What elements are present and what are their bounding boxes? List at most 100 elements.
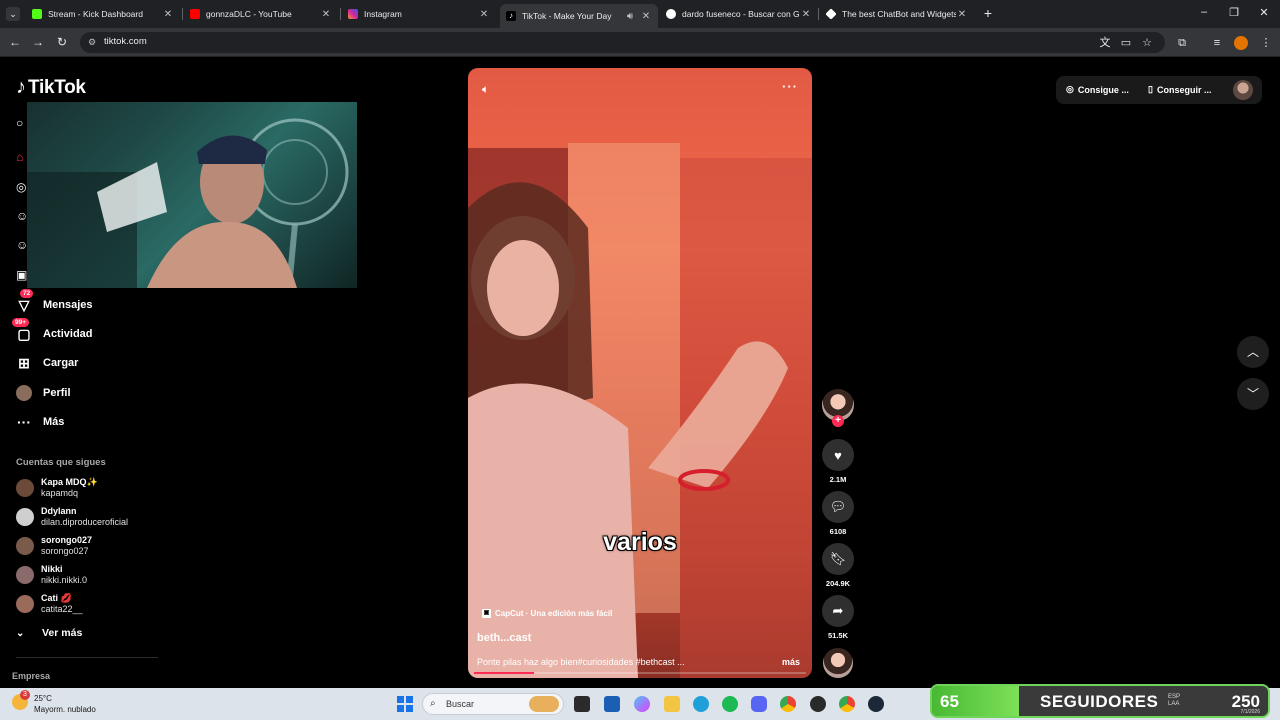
bookmark-star-icon[interactable]: ☆ (1140, 36, 1154, 50)
close-tab-icon[interactable]: ✕ (478, 9, 490, 20)
company-link[interactable]: Empresa (12, 671, 50, 681)
video-progress-bar[interactable] (474, 672, 806, 674)
obs-icon[interactable] (810, 696, 826, 712)
site-info-icon[interactable]: ⚙ (88, 37, 98, 47)
bookmark-icon: 🔖︎ (822, 543, 854, 575)
tab-title: gonnzaDLC - YouTube (206, 9, 292, 19)
media-control-icon[interactable]: ≡ (1210, 36, 1224, 50)
previous-video-button[interactable]: ︿ (1237, 336, 1269, 368)
get-coins-label: Consigue ... (1077, 84, 1129, 95)
translate-icon[interactable]: 文 (1098, 36, 1112, 50)
task-view-icon[interactable] (574, 696, 590, 712)
avatar (16, 595, 34, 613)
see-more-button[interactable]: ⌄ Ver más (16, 627, 82, 639)
follow-plus-icon[interactable]: + (832, 415, 844, 427)
follower-current: 65 (940, 692, 959, 711)
close-tab-icon[interactable]: ✕ (640, 11, 652, 22)
sidebar-item-activity[interactable]: ▢ 99+ Actividad (12, 318, 93, 345)
next-video-button[interactable]: ﹀ (1237, 378, 1269, 410)
avatar (16, 566, 34, 584)
comment-button[interactable]: 💬︎ 6108 (822, 491, 854, 536)
video-author[interactable]: beth...cast (477, 632, 531, 644)
user-avatar[interactable] (1233, 80, 1253, 100)
following-account[interactable]: Kapa MDQ✨ kapamdq (16, 475, 98, 501)
comment-count: 6108 (829, 527, 847, 536)
windows-start-icon[interactable] (397, 696, 413, 712)
volume-icon[interactable]: 🔈︎ (482, 82, 489, 97)
chrome-icon[interactable] (780, 696, 796, 712)
comment-icon: 💬︎ (822, 491, 854, 523)
steam-icon[interactable] (868, 696, 884, 712)
tiktok-logo[interactable]: ♪ TikTok (16, 76, 86, 99)
close-tab-icon[interactable]: ✕ (956, 9, 968, 20)
instagram-icon (348, 9, 358, 19)
following-account[interactable]: Nikki nikki.nikki.0 (16, 562, 87, 588)
tab-google-search[interactable]: dardo fuseneco - Buscar con Google ✕ (660, 4, 818, 24)
close-tab-icon[interactable]: ✕ (800, 9, 812, 20)
following-account[interactable]: sorongo027 sorongo027 (16, 533, 92, 559)
save-button[interactable]: 🔖︎ 204.9K (822, 543, 854, 588)
get-app-button[interactable]: ▯ Conseguir ... (1148, 84, 1211, 95)
sidebar-item-upload[interactable]: ⊞ Cargar (16, 352, 78, 374)
following-account[interactable]: Ddylann dilan.diproduceroficial (16, 504, 128, 530)
maximize-button[interactable]: ❐ (1226, 6, 1242, 19)
account-handle: nikki.nikki.0 (41, 575, 88, 585)
tab-title: Instagram (364, 9, 402, 19)
speaker-icon[interactable]: 🔊︎ (624, 11, 636, 22)
spotify-icon[interactable] (722, 696, 738, 712)
profile-icon[interactable] (1234, 36, 1248, 50)
video-player[interactable]: 🔈︎ ··· varios ▣ CapCut · Una edición más… (468, 68, 812, 678)
save-count: 204.9K (825, 579, 851, 588)
tab-instagram[interactable]: Instagram ✕ (342, 4, 496, 24)
weather-alert-badge: 3 (20, 690, 30, 700)
sidebar-item-messages[interactable]: ▽ 72 Mensajes (16, 289, 93, 316)
tab-tiktok[interactable]: ♪ TikTok - Make Your Day 🔊︎ ✕ (500, 4, 658, 28)
avatar (16, 508, 34, 526)
more-menu-icon[interactable]: ⋮ (1259, 36, 1273, 50)
follower-goal-bar: 65 SEGUIDORES ESP LAA 250 7/1/2026 (930, 684, 1270, 718)
close-tab-icon[interactable]: ✕ (162, 9, 174, 20)
video-more-options-icon[interactable]: ··· (782, 79, 798, 94)
weather-description: Mayorm. nublado (34, 705, 96, 714)
cast-icon[interactable]: ▭ (1119, 36, 1133, 50)
new-tab-button[interactable]: + (980, 5, 996, 21)
tab-search-button[interactable]: ⌄ (6, 7, 20, 21)
edge-icon[interactable] (693, 696, 709, 712)
description-more-link[interactable]: más (782, 657, 800, 667)
forward-button[interactable]: → (30, 34, 46, 50)
copilot-icon[interactable] (634, 696, 650, 712)
account-name: Ddylann (41, 506, 77, 516)
tab-chatbot[interactable]: The best ChatBot and Widgets ✕ (820, 4, 974, 24)
tab-title: TikTok - Make Your Day (522, 11, 612, 21)
avatar (16, 537, 34, 555)
store-icon[interactable] (604, 696, 620, 712)
tab-kick-dashboard[interactable]: Stream - Kick Dashboard ✕ (26, 4, 180, 24)
address-bar[interactable]: ⚙ tiktok.com (80, 32, 1165, 53)
following-account[interactable]: Cati 💋 catita22__ (16, 591, 83, 617)
account-handle: catita22__ (41, 604, 83, 614)
music-disc-avatar[interactable] (823, 648, 853, 678)
capcut-anchor[interactable]: ▣ CapCut · Una edición más fácil (482, 609, 612, 618)
tab-youtube[interactable]: gonnzaDLC - YouTube ✕ (184, 4, 338, 24)
tab-title: The best ChatBot and Widgets (842, 9, 956, 19)
close-window-button[interactable]: ✕ (1256, 6, 1272, 19)
reload-button[interactable]: ↻ (54, 34, 70, 50)
back-button[interactable]: ← (7, 34, 23, 50)
share-button[interactable]: ➦ 51.5K (822, 595, 854, 640)
account-name: Kapa MDQ✨ (41, 477, 98, 487)
video-frame-image (468, 143, 812, 678)
sidebar-item-profile[interactable]: Perfil (16, 382, 71, 404)
close-tab-icon[interactable]: ✕ (320, 9, 332, 20)
file-explorer-icon[interactable] (664, 696, 680, 712)
minimize-button[interactable]: – (1196, 6, 1212, 18)
tray-date: 7/1/2026 (1240, 709, 1260, 715)
extensions-icon[interactable]: ⧉ (1175, 36, 1189, 50)
get-coins-button[interactable]: ◎ Consigue ... (1066, 84, 1129, 95)
tray-lang: ESP (1168, 694, 1181, 700)
discord-icon[interactable] (751, 696, 767, 712)
taskbar-search[interactable]: ⌕ Buscar (422, 693, 564, 715)
sidebar-item-more[interactable]: ··· Más (16, 411, 64, 433)
chrome-active-icon[interactable] (839, 696, 855, 712)
like-button[interactable]: ♥ 2.1M (822, 439, 854, 484)
tiktok-note-icon: ♪ (16, 76, 26, 98)
